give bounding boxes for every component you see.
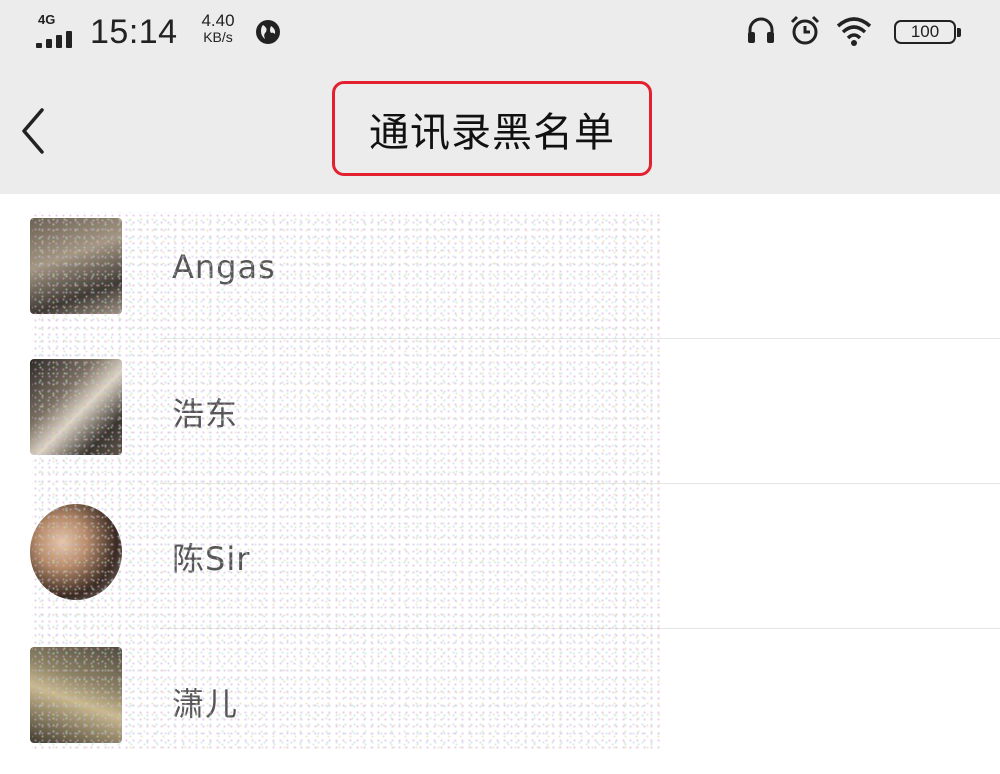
blacklist-contact-list: Angas 浩东 陈Sir 潇儿 — [0, 194, 1000, 750]
page-title: 通讯录黑名单 — [369, 109, 615, 156]
battery-icon: 100 — [894, 20, 961, 44]
title-highlight-box: 通讯录黑名单 — [332, 81, 652, 176]
avatar — [30, 647, 122, 743]
contact-name: 浩东 — [172, 395, 239, 433]
status-icons: 100 — [744, 14, 961, 48]
headphones-icon — [748, 17, 774, 43]
wifi-icon — [836, 17, 872, 46]
avatar — [30, 504, 122, 600]
network-type: 4G — [38, 12, 56, 27]
avatar — [30, 359, 122, 455]
globe-icon — [256, 20, 280, 44]
battery-level: 100 — [910, 22, 940, 41]
speed-unit: KB/s — [203, 29, 233, 45]
network-speed: 4.40 KB/s — [196, 12, 240, 46]
avatar — [30, 218, 122, 314]
list-item[interactable]: 陈Sir — [0, 484, 1000, 629]
list-item[interactable]: Angas — [0, 194, 1000, 339]
title-bar: 通讯录黑名单 — [0, 66, 1000, 194]
list-item[interactable]: 潇儿 — [0, 629, 1000, 774]
speed-value: 4.40 — [201, 11, 235, 30]
status-bar: 4G 15:14 4.40 KB/s 100 — [0, 0, 1000, 66]
contact-name: Angas — [172, 248, 276, 286]
status-time: 15:14 — [90, 13, 178, 51]
signal-icon: 4G — [36, 12, 80, 48]
contact-name: 陈Sir — [172, 540, 251, 578]
back-chevron-icon[interactable] — [10, 96, 60, 166]
contact-name: 潇儿 — [172, 685, 239, 723]
alarm-icon — [790, 15, 820, 45]
list-item[interactable]: 浩东 — [0, 339, 1000, 484]
